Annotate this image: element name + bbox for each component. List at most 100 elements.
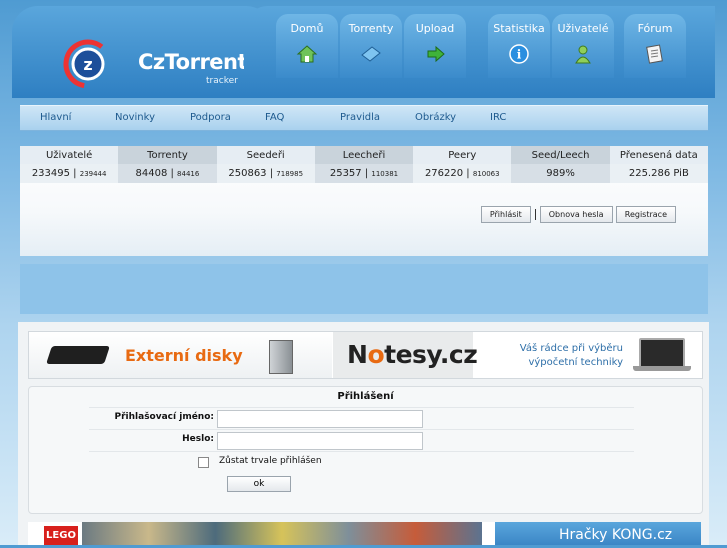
external-disk-image [46,346,110,364]
stats-cell: 276220 | 810063 [413,164,512,183]
tab-uzivatele[interactable]: Uživatelé [552,14,614,78]
stats-cell: 989% [511,164,610,183]
notesy-logo: Notesy.cz [333,332,478,378]
stats-header: Seedeři [216,146,315,164]
notesy-n: N [347,340,368,369]
username-row: Přihlašovací jméno: [89,407,634,429]
stat-main: 276220 [424,168,464,179]
info-band [20,264,708,314]
tab-label: Domů [290,22,324,35]
remember-checkbox[interactable] [198,457,209,468]
tagline-line-1: Váš rádce při výběru [519,343,623,354]
laptop-base-image [633,366,691,371]
tab-upload[interactable]: Upload [404,14,466,78]
nav-obrazky[interactable]: Obrázky [415,112,456,123]
lego-logo: LEGO [44,526,78,545]
nav-irc[interactable]: IRC [490,112,506,123]
laptop-image [639,338,685,368]
tab-forum[interactable]: Fórum [624,14,686,78]
stats-cell: 225.286 PiB [609,164,708,183]
svg-text:i: i [517,48,522,62]
stats-header: Seed/Leech [511,146,610,164]
notepad-icon [646,44,663,64]
nav-hlavni[interactable]: Hlavní [40,112,71,123]
stat-sub: 718985 [276,170,304,178]
tab-label: Upload [415,22,455,35]
tab-statistika[interactable]: Statistika i [488,14,550,78]
drive-image [269,340,293,374]
tabs-panel: Domů Torrenty Upload Statistika i Uživat… [244,6,715,98]
stat-main: 25357 [329,168,362,179]
tab-domu[interactable]: Domů [276,14,338,78]
tab-label: Fórum [637,22,673,35]
stats-cell: 25357 | 110381 [314,164,414,183]
stats-cell: 250863 | 718985 [216,164,315,183]
kong-banner[interactable]: Hračky KONG.cz [495,522,701,545]
stats-header: Peery [413,146,512,164]
stats-cell: 84408 | 84416 [118,164,217,183]
stat-main: 250863 [228,168,267,179]
notesy-power-o: o [367,340,385,369]
stats-box: Uživatelé Torrenty Seedeři Leecheři Peer… [20,146,708,256]
stat-sub: 239444 [79,170,107,178]
toy-image-strip [82,522,482,545]
stat-main: 84408 [135,168,168,179]
remember-row: Zůstat trvale přihlášen [89,451,634,473]
disc-icon [361,46,381,62]
tab-label: Torrenty [348,22,394,35]
remember-label: Zůstat trvale přihlášen [219,456,322,466]
main-nav: Hlavní Novinky Podpora FAQ Pravidla Obrá… [20,105,708,131]
account-buttons: Přihlásit Obnova hesla Registrace [480,206,676,223]
banner-heading: Externí disky [125,346,243,365]
login-form: Přihlášení Přihlašovací jméno: Heslo: Zů… [28,386,703,514]
password-row: Heslo: [89,429,634,451]
stat-main: 989% [546,168,575,179]
banner-left: Externí disky [29,332,332,378]
page: z CzTorrent tracker Domů Torrenty Upload [0,0,727,545]
tab-label: Uživatelé [557,22,609,35]
nav-podpora[interactable]: Podpora [190,112,231,123]
tab-torrenty[interactable]: Torrenty [340,14,402,78]
tagline-line-2: výpočetní techniky [528,357,623,368]
nav-faq[interactable]: FAQ [265,112,284,123]
stats-header: Torrenty [118,146,217,164]
house-icon [296,45,318,63]
logo-panel: z CzTorrent tracker [12,6,272,98]
submit-button[interactable]: ok [227,476,291,492]
register-button[interactable]: Registrace [615,206,676,223]
username-label: Přihlašovací jméno: [114,412,214,422]
content-area: Externí disky Notesy.cz Váš rádce při vý… [18,322,709,545]
banner-tagline: Váš rádce při výběru výpočetní techniky [489,342,623,370]
stats-value-row: 233495 | 239444 84408 | 84416 250863 | 7… [20,164,708,183]
stats-header-row: Uživatelé Torrenty Seedeři Leecheři Peer… [20,146,708,164]
stats-header: Přenesená data [609,146,708,164]
stat-sub: 810063 [472,170,500,178]
upload-arrow-icon [427,45,445,63]
brand-name[interactable]: CzTorrent [138,50,248,74]
user-icon [575,45,591,64]
info-icon: i [509,44,529,64]
stats-table: Uživatelé Torrenty Seedeři Leecheři Peer… [20,146,708,183]
nav-novinky[interactable]: Novinky [115,112,155,123]
stats-header: Uživatelé [20,146,119,164]
password-label: Heslo: [182,434,214,444]
notesy-rest: tesy.cz [384,340,478,369]
recover-password-button[interactable]: Obnova hesla [539,206,613,223]
stats-header: Leecheři [314,146,414,164]
stat-sub: 110381 [371,170,399,178]
brand-subtitle: tracker [206,76,238,86]
stat-main: 225.286 PiB [628,168,689,179]
password-input[interactable] [217,432,423,450]
login-link-button[interactable]: Přihlásit [480,206,531,223]
stat-main: 233495 [31,168,70,179]
notesy-banner[interactable]: Externí disky Notesy.cz Váš rádce při vý… [28,331,703,379]
separator [534,209,536,220]
username-input[interactable] [217,410,423,428]
cztorrent-logo-icon[interactable]: z [62,38,114,90]
toy-banner[interactable]: LEGO Hračky KONG.cz [28,522,701,545]
stat-sub: 84416 [177,170,200,178]
notesy-text: Notesy.cz [347,340,478,369]
nav-pravidla[interactable]: Pravidla [340,112,380,123]
stats-cell: 233495 | 239444 [20,164,119,183]
svg-text:z: z [83,55,92,74]
